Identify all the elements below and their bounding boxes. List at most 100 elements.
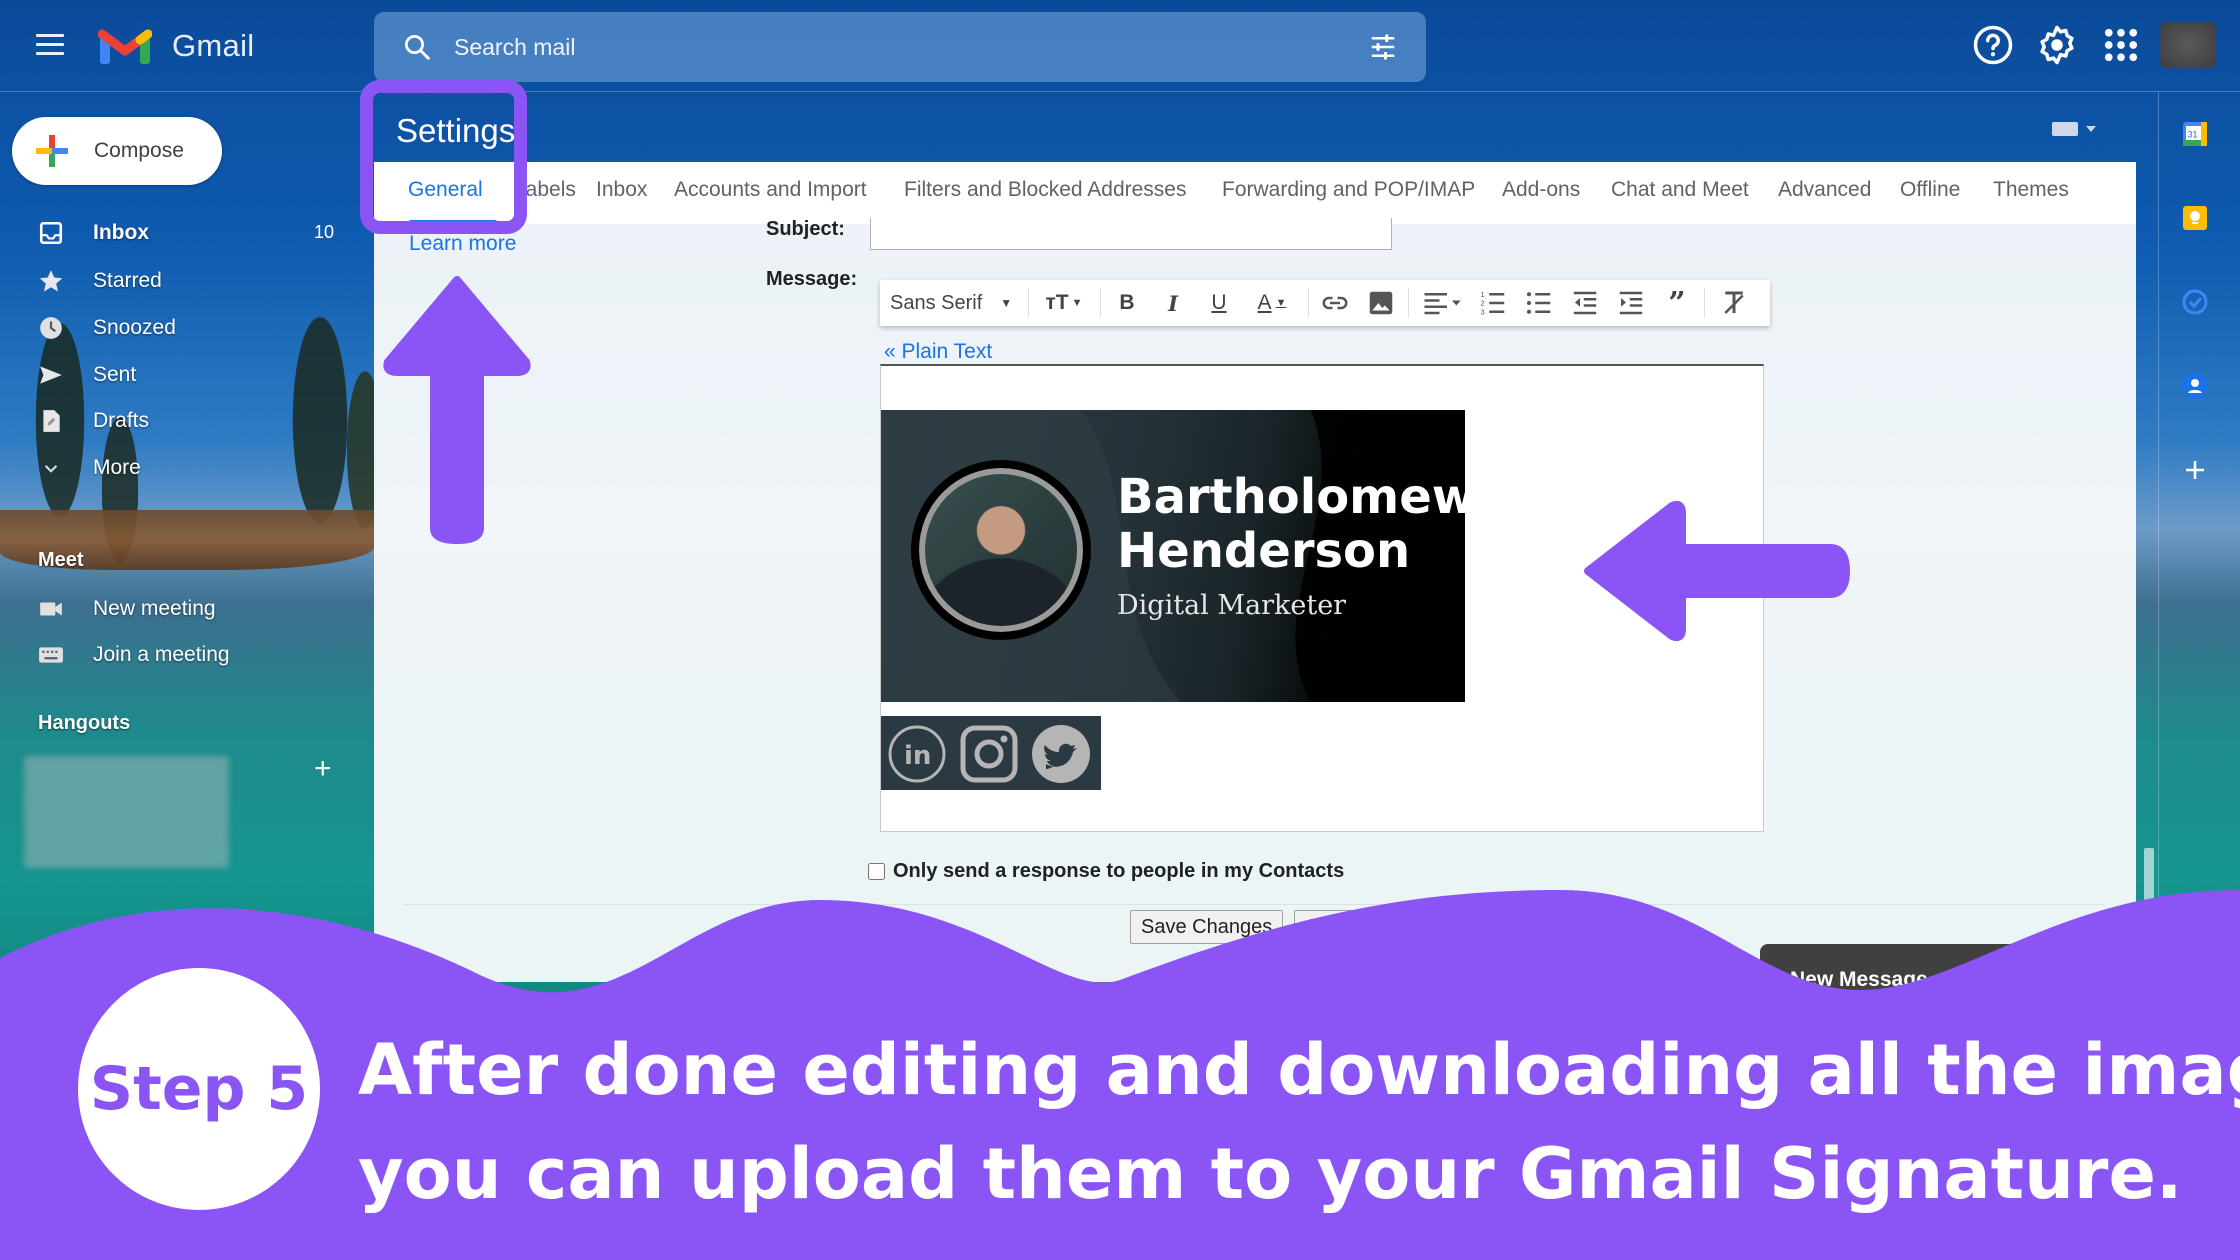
caption-line-2: you can upload them to your Gmail Signat… [358,1133,2183,1215]
numbered-list-icon[interactable]: 123 [1476,288,1510,318]
signature-name: Bartholomew Henderson [1117,470,1465,578]
link-icon[interactable] [1318,288,1352,318]
keep-icon[interactable] [2181,204,2209,232]
sidebar-item-label: More [93,456,141,479]
italic-icon[interactable]: I [1156,288,1190,318]
tab-advanced[interactable]: Advanced [1778,178,1871,202]
indent-more-icon[interactable] [1614,288,1648,318]
search-input[interactable] [454,26,1314,68]
tab-general[interactable]: General [408,178,483,202]
apps-grid-icon[interactable] [2100,24,2142,66]
input-tools-keyboard-icon[interactable] [2052,118,2096,138]
cancel-button[interactable]: Cancel [1294,910,1379,944]
settings-header: Settings [374,92,2136,162]
contacts-icon[interactable] [2181,372,2209,400]
new-message-bar[interactable]: New Message [1760,944,2060,1014]
calendar-icon[interactable]: 31 [2181,120,2209,148]
inbox-unread-count: 10 [313,222,334,242]
step-badge: Step 5 [78,968,320,1210]
tab-add-ons[interactable]: Add-ons [1502,178,1580,202]
learn-more-link[interactable]: Learn more [409,232,516,256]
tab-themes[interactable]: Themes [1993,178,2069,202]
sidebar-item-sent[interactable]: Sent [0,352,360,396]
only-contacts-label: Only send a response to people in my Con… [893,860,1345,882]
remove-formatting-icon[interactable] [1714,288,1754,318]
get-add-ons-plus-icon[interactable] [2181,456,2209,484]
insert-image-icon[interactable] [1364,288,1398,318]
sidebar-item-label: Sent [93,363,137,386]
settings-panel: General Labels Inbox Accounts and Import… [374,162,2136,982]
compose-button[interactable]: Compose [12,117,222,185]
linkedin-icon[interactable]: in [887,724,947,784]
active-tab-indicator [408,220,498,224]
font-family-select[interactable]: Sans Serif ▼ [888,288,1018,318]
tab-accounts-and-import[interactable]: Accounts and Import [674,178,867,202]
sidebar-item-more[interactable]: More [0,445,360,489]
help-icon[interactable] [1972,24,2014,66]
star-icon [39,270,63,292]
quote-icon[interactable]: ” [1660,286,1694,321]
text-color-icon[interactable]: A ▼ [1246,288,1298,318]
sidebar-item-label: New meeting [93,597,216,620]
bold-icon[interactable]: B [1110,288,1144,318]
tab-forwarding[interactable]: Forwarding and POP/IMAP [1222,178,1475,202]
bulleted-list-icon[interactable] [1522,288,1556,318]
formatting-toolbar: Sans Serif ▼ ᴛT ▼ B I U A ▼ 123 ” [880,280,1770,326]
add-hangout-icon[interactable]: + [314,752,332,786]
tasks-icon[interactable] [2181,288,2209,316]
tab-offline[interactable]: Offline [1900,178,1960,202]
underline-icon[interactable]: U [1202,288,1236,318]
settings-tabs: General Labels Inbox Accounts and Import… [374,162,2136,224]
sidebar-item-drafts[interactable]: Drafts [0,398,360,442]
sidebar-item-join-meeting[interactable]: Join a meeting [0,632,360,676]
main-menu-icon[interactable] [36,34,64,56]
search-icon[interactable] [402,32,432,62]
signature-profile-photo [911,460,1091,640]
sidebar-item-label: Drafts [93,409,150,432]
clock-icon [40,317,62,339]
sidebar-item-inbox[interactable]: Inbox 10 [0,210,360,254]
tab-filters[interactable]: Filters and Blocked Addresses [904,178,1186,202]
signature-last-name: Henderson [1117,523,1411,579]
tutorial-caption: After done editing and downloading all t… [358,1018,2240,1226]
save-changes-button[interactable]: Save Changes [1130,910,1284,944]
inbox-icon [39,221,63,245]
message-label: Message: [766,268,858,290]
only-contacts-option[interactable]: Only send a response to people in my Con… [868,860,1344,883]
tab-labels[interactable]: Labels [514,178,576,202]
sidebar-item-starred[interactable]: Starred [0,258,360,302]
svg-text:in: in [904,741,931,771]
settings-gear-icon[interactable] [2036,24,2078,66]
signature-social-icons[interactable]: in [881,716,1101,790]
signature-editor[interactable]: Bartholomew Henderson Digital Marketer i… [880,364,1764,832]
instagram-icon[interactable] [959,724,1019,784]
account-avatar[interactable] [2160,22,2216,68]
signature-banner-image[interactable]: Bartholomew Henderson Digital Marketer [881,410,1465,702]
gmail-logo-icon[interactable] [98,24,152,66]
video-camera-icon [40,602,62,616]
draft-icon [43,410,60,432]
hangouts-contact-blurred[interactable] [24,756,229,868]
chevron-down-icon [44,465,58,473]
only-contacts-checkbox[interactable] [868,863,885,880]
subject-input[interactable] [870,218,1392,250]
sidebar-item-snoozed[interactable]: Snoozed [0,305,360,349]
plain-text-link[interactable]: « Plain Text [884,340,992,364]
page-title: Settings [396,112,516,149]
search-bar[interactable] [374,12,1426,82]
dropdown-arrow-icon: ▼ [1000,296,1013,310]
sidebar-item-new-meeting[interactable]: New meeting [0,586,360,630]
align-icon[interactable] [1418,288,1466,318]
tab-chat-and-meet[interactable]: Chat and Meet [1611,178,1749,202]
settings-scrollbar[interactable] [2144,848,2154,908]
twitter-icon[interactable] [1031,724,1091,784]
font-family-value: Sans Serif [890,291,983,314]
indent-less-icon[interactable] [1568,288,1602,318]
svg-text:1: 1 [1481,290,1485,299]
tab-inbox[interactable]: Inbox [596,178,647,202]
search-options-icon[interactable] [1368,32,1398,62]
section-divider [404,904,2104,905]
text-size-icon[interactable]: ᴛT ▼ [1038,288,1090,318]
sidebar-item-label: Snoozed [93,316,176,339]
top-bar: Gmail [0,0,2240,92]
